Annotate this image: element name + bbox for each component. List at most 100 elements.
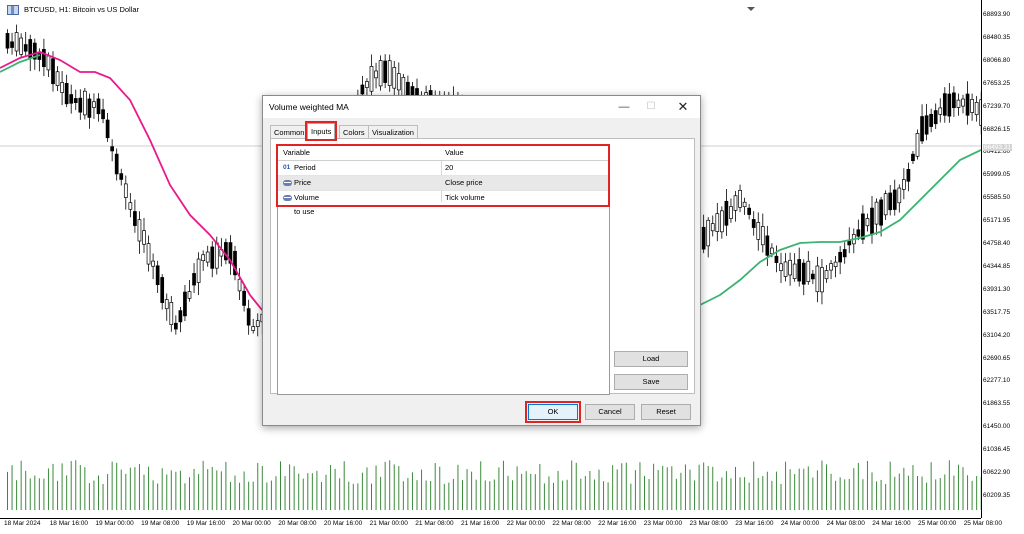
candle-body bbox=[155, 265, 160, 286]
candle-body bbox=[178, 310, 183, 323]
candle-body bbox=[78, 97, 83, 113]
current-price-badge: 66493.31 bbox=[983, 144, 1013, 151]
candle-body bbox=[874, 201, 879, 225]
integer-param-icon: 01 bbox=[283, 164, 291, 171]
candle-body bbox=[146, 243, 151, 265]
tab-visualization[interactable]: Visualization bbox=[368, 125, 418, 139]
candle-body bbox=[747, 207, 752, 215]
save-button[interactable]: Save bbox=[614, 374, 688, 390]
candle-body bbox=[196, 258, 201, 283]
candle-body bbox=[205, 251, 210, 263]
candle-body bbox=[46, 55, 51, 71]
time-tick-label: 20 Mar 00:00 bbox=[232, 520, 271, 527]
volume-histogram bbox=[7, 460, 981, 510]
close-icon[interactable]: ✕ bbox=[668, 98, 698, 116]
candle-body bbox=[142, 230, 146, 245]
price-tick-label: 68480.35 bbox=[983, 33, 1011, 41]
candle-body bbox=[829, 263, 833, 271]
cancel-button[interactable]: Cancel bbox=[585, 404, 635, 420]
candle-body bbox=[824, 270, 829, 280]
candle-body bbox=[255, 320, 260, 327]
price-tick-label: 63104.20 bbox=[983, 331, 1011, 339]
candle-body bbox=[369, 66, 374, 92]
tab-colors[interactable]: Colors bbox=[339, 125, 369, 139]
candle-body bbox=[883, 193, 888, 216]
price-tick-label: 61450.00 bbox=[983, 423, 1011, 431]
candle-body bbox=[961, 98, 965, 107]
volume-to-use-value[interactable]: Tick volume bbox=[445, 191, 485, 205]
candle-body bbox=[929, 113, 934, 127]
tab-inputs[interactable]: Inputs bbox=[304, 121, 338, 141]
time-tick-label: 23 Mar 00:00 bbox=[643, 520, 683, 527]
candle-body bbox=[710, 223, 715, 232]
time-tick-label: 18 Mar 16:00 bbox=[49, 520, 88, 527]
candle-body bbox=[201, 254, 205, 262]
candle-body bbox=[783, 261, 788, 277]
candle-body bbox=[924, 115, 929, 135]
inputs-grid: Variable Value 01 Period 20 Price Close … bbox=[277, 145, 610, 395]
candle-body bbox=[51, 58, 55, 85]
candle-body bbox=[897, 187, 902, 204]
candle-body bbox=[792, 263, 797, 279]
time-tick-label: 22 Mar 00:00 bbox=[506, 520, 545, 527]
candle-body bbox=[183, 291, 187, 317]
price-tick-label: 63931.30 bbox=[983, 285, 1011, 293]
table-row-period[interactable]: 01 Period 20 bbox=[278, 161, 609, 176]
candle-body bbox=[210, 246, 215, 269]
candle-body bbox=[888, 192, 893, 211]
time-tick-label: 19 Mar 00:00 bbox=[95, 520, 134, 527]
chart-window-icon bbox=[7, 5, 19, 15]
candle-body bbox=[246, 308, 251, 326]
price-tick-label: 65999.05 bbox=[983, 171, 1011, 179]
candle-body bbox=[942, 93, 947, 116]
header-variable[interactable]: Variable bbox=[283, 146, 310, 160]
reset-button[interactable]: Reset bbox=[641, 404, 691, 420]
price-value[interactable]: Close price bbox=[445, 176, 483, 190]
time-tick-label: 19 Mar 08:00 bbox=[141, 520, 180, 527]
candle-body bbox=[10, 41, 14, 48]
variable-name: Volume to use bbox=[294, 193, 320, 216]
candle-body bbox=[192, 273, 196, 286]
candle-body bbox=[956, 99, 961, 108]
candle-body bbox=[92, 101, 96, 108]
candle-body bbox=[733, 195, 738, 211]
candle-body bbox=[810, 273, 815, 280]
table-row-price[interactable]: Price Close price bbox=[278, 176, 609, 191]
ma-line-up bbox=[699, 149, 981, 306]
time-tick-label: 20 Mar 16:00 bbox=[323, 520, 363, 527]
candle-body bbox=[374, 70, 378, 79]
maximize-icon[interactable]: ☐ bbox=[636, 98, 666, 116]
minimize-icon[interactable]: — bbox=[609, 98, 639, 116]
price-tick-label: 60622.90 bbox=[983, 469, 1011, 476]
price-tick-label: 64758.40 bbox=[983, 240, 1011, 247]
candle-body bbox=[396, 73, 401, 91]
candle-body bbox=[105, 119, 110, 139]
candle-body bbox=[920, 116, 924, 142]
time-tick-label: 22 Mar 08:00 bbox=[552, 520, 591, 527]
candle-body bbox=[901, 179, 906, 190]
candle-body bbox=[378, 60, 383, 87]
price-tick-label: 61863.55 bbox=[983, 400, 1011, 408]
candle-body bbox=[164, 299, 169, 310]
price-axis[interactable] bbox=[981, 0, 1024, 518]
time-tick-label: 24 Mar 16:00 bbox=[872, 520, 911, 527]
candle-body bbox=[119, 173, 124, 180]
load-button[interactable]: Load bbox=[614, 351, 688, 367]
candle-body bbox=[5, 33, 10, 49]
dialog-title-bar[interactable]: Volume weighted MA — ☐ ✕ bbox=[263, 96, 700, 118]
candle-body bbox=[55, 71, 60, 87]
tab-common[interactable]: Common bbox=[270, 125, 309, 139]
table-row-volume-to-use[interactable]: Volume to use Tick volume bbox=[278, 191, 609, 216]
chevron-down-icon[interactable] bbox=[747, 7, 755, 11]
candle-body bbox=[360, 84, 365, 95]
time-tick-label: 21 Mar 16:00 bbox=[461, 520, 500, 527]
candle-body bbox=[42, 49, 46, 67]
ok-button[interactable]: OK bbox=[525, 401, 581, 423]
candle-body bbox=[60, 82, 64, 93]
time-tick-label: 21 Mar 00:00 bbox=[369, 520, 408, 527]
price-tick-label: 62277.10 bbox=[983, 377, 1011, 385]
header-value[interactable]: Value bbox=[445, 146, 464, 160]
time-tick-label: 24 Mar 08:00 bbox=[826, 520, 865, 527]
period-value[interactable]: 20 bbox=[445, 161, 453, 175]
candle-body bbox=[151, 260, 155, 267]
